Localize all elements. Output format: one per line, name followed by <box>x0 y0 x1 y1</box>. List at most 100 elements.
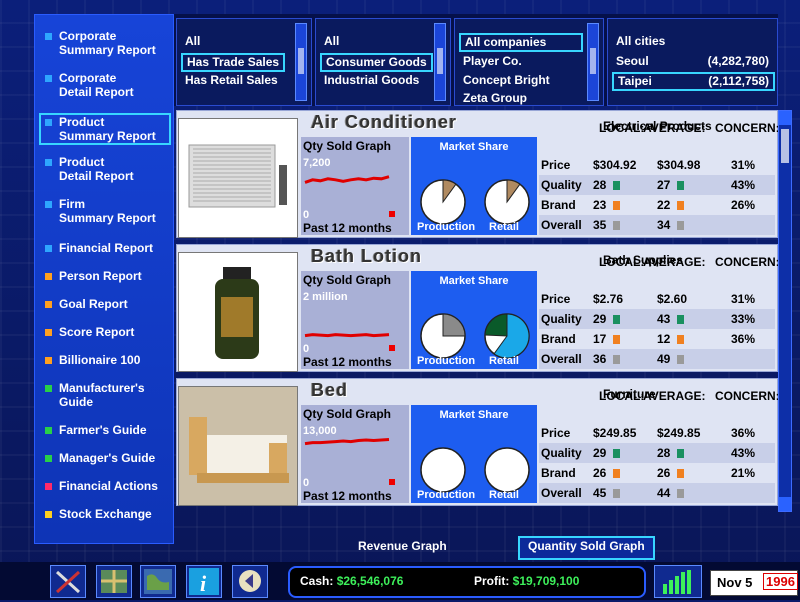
sidebar-item[interactable]: Score Report <box>41 325 169 339</box>
qty-graph-zero: 0 <box>303 209 310 221</box>
stat-local: 36 <box>593 352 607 366</box>
sidebar-item[interactable]: Billionaire 100 <box>41 353 169 367</box>
average-header: AVERAGE: <box>643 121 706 135</box>
company-filter-list[interactable]: All companies Player Co. Concept Bright … <box>454 18 604 106</box>
market-share-box[interactable]: Market Share Production Retail <box>411 137 537 235</box>
filter-option[interactable]: Concept Bright <box>459 72 554 89</box>
product-panel[interactable]: Bed Furniture Qty Sold Graph 13,000 0 Past 12… <box>176 378 780 506</box>
scroll-up-button[interactable] <box>779 111 791 125</box>
scroll-thumb[interactable] <box>781 129 789 163</box>
stat-average: 34 <box>657 218 671 232</box>
sidebar-item[interactable]: Corporate Summary Report <box>41 29 169 57</box>
stat-average: $249.85 <box>657 426 701 440</box>
sidebar-item[interactable]: Financial Actions <box>41 479 169 493</box>
sidebar-item-label: Firm Summary Report <box>59 197 156 225</box>
sidebar-item[interactable]: Product Detail Report <box>41 155 169 183</box>
filter-option[interactable]: Has Retail Sales <box>181 72 282 89</box>
stat-level-swatch <box>613 181 620 190</box>
sales-filter-list[interactable]: All Has Trade Sales Has Retail Sales <box>176 18 312 106</box>
stat-local: 45 <box>593 486 607 500</box>
svg-text:i: i <box>200 571 207 596</box>
filter-option[interactable]: Taipei (2,112,758) <box>612 72 775 91</box>
sidebar-item[interactable]: Manufacturer's Guide <box>41 381 169 409</box>
sidebar-item[interactable]: Goal Report <box>41 297 169 311</box>
stat-average: 12 <box>657 332 671 346</box>
product-list-scrollbar[interactable] <box>778 110 792 512</box>
city-name: Taipei <box>618 74 652 88</box>
product-panel[interactable]: Air Conditioner Electrical Products Qty So… <box>176 110 780 238</box>
filter-option[interactable]: All cities <box>612 33 773 50</box>
tools-icon[interactable] <box>50 565 86 598</box>
stat-level-swatch <box>613 315 620 324</box>
city-name: All cities <box>616 34 666 48</box>
filter-option[interactable]: Consumer Goods <box>320 53 433 72</box>
info-icon[interactable]: i <box>186 565 222 598</box>
sidebar-item[interactable]: Person Report <box>41 269 169 283</box>
qty-sold-trend-line <box>304 438 390 446</box>
filter-option[interactable]: Player Co. <box>459 53 526 70</box>
sales-filter-scrollbar[interactable] <box>295 23 307 101</box>
city-filter-list[interactable]: All cities Seoul (4,282,780) Taipei (2,112… <box>607 18 778 106</box>
filter-option[interactable]: All <box>320 33 343 50</box>
qty-sold-graph[interactable]: Qty Sold Graph 7,200 0 Past 12 months <box>301 137 409 235</box>
stats-row: Quality 28 27 43% <box>539 175 775 195</box>
retail-label: Retail <box>489 355 519 367</box>
filter-option[interactable]: Zeta Group <box>459 90 531 107</box>
sidebar-item[interactable]: Manager's Guide <box>41 451 169 465</box>
sidebar-item[interactable]: Corporate Detail Report <box>41 71 169 99</box>
qty-graph-max: 2 million <box>303 291 348 303</box>
report-sidebar: Corporate Summary Report Corporate Detail… <box>34 14 174 544</box>
city-name: Seoul <box>616 54 649 68</box>
filter-option[interactable]: Has Trade Sales <box>181 53 286 72</box>
bullet-icon <box>45 33 52 40</box>
product-panel[interactable]: Bath Lotion Bath Supplies Qty Sold Graph 2 … <box>176 244 780 372</box>
concern-header: CONCERN: <box>715 121 780 135</box>
stat-concern: 31% <box>731 292 756 306</box>
filter-option[interactable]: Seoul (4,282,780) <box>612 53 773 70</box>
stat-average: 43 <box>657 312 671 326</box>
market-share-title: Market Share <box>439 409 509 421</box>
bullet-icon <box>45 455 52 462</box>
sidebar-item-label: Product Summary Report <box>59 115 156 143</box>
quantity-sold-graph-toggle[interactable]: Quantity Sold Graph <box>518 536 655 560</box>
sidebar-item[interactable]: Financial Report <box>41 241 169 255</box>
scroll-down-button[interactable] <box>779 497 791 511</box>
market-share-pies <box>420 447 530 493</box>
filter-option[interactable]: All <box>181 33 204 50</box>
market-share-box[interactable]: Market Share Production Retail <box>411 405 537 503</box>
bullet-icon <box>45 75 52 82</box>
world-map-icon[interactable] <box>140 565 176 598</box>
company-filter-scrollbar[interactable] <box>587 23 599 101</box>
goods-filter-list[interactable]: All Consumer Goods Industrial Goods <box>315 18 451 106</box>
stats-row: Quality 29 28 43% <box>539 443 775 463</box>
map-tile-icon[interactable] <box>96 565 132 598</box>
retail-share-pie <box>484 313 530 359</box>
stat-level-swatch <box>677 221 684 230</box>
sidebar-item-label: Person Report <box>59 269 142 283</box>
filter-option[interactable]: Industrial Goods <box>320 72 423 89</box>
back-arrow-icon[interactable] <box>232 565 268 598</box>
sidebar-item[interactable]: Stock Exchange <box>41 507 169 521</box>
date-text: Nov 5 <box>717 575 753 590</box>
revenue-graph-toggle[interactable]: Revenue Graph <box>350 536 455 556</box>
bar-chart-icon[interactable] <box>654 565 702 598</box>
market-share-pies <box>420 313 530 359</box>
qty-sold-graph[interactable]: Qty Sold Graph 13,000 0 Past 12 months <box>301 405 409 503</box>
bullet-icon <box>45 273 52 280</box>
qty-sold-graph[interactable]: Qty Sold Graph 2 million 0 Past 12 months <box>301 271 409 369</box>
bullet-icon <box>45 483 52 490</box>
sidebar-item[interactable]: Product Summary Report <box>39 113 171 145</box>
stats-row: Overall 45 44 <box>539 483 775 503</box>
stat-level-swatch <box>677 335 684 344</box>
filter-option[interactable]: All companies <box>459 33 583 52</box>
production-share-pie <box>420 179 466 225</box>
sidebar-item[interactable]: Farmer's Guide <box>41 423 169 437</box>
stat-level-swatch <box>677 315 684 324</box>
market-share-box[interactable]: Market Share Production Retail <box>411 271 537 369</box>
goods-filter-scrollbar[interactable] <box>434 23 446 101</box>
stat-concern: 43% <box>731 446 756 460</box>
stat-level-swatch <box>613 201 620 210</box>
retail-label: Retail <box>489 489 519 501</box>
local-header: LOCAL: <box>599 255 645 269</box>
sidebar-item[interactable]: Firm Summary Report <box>41 197 169 225</box>
